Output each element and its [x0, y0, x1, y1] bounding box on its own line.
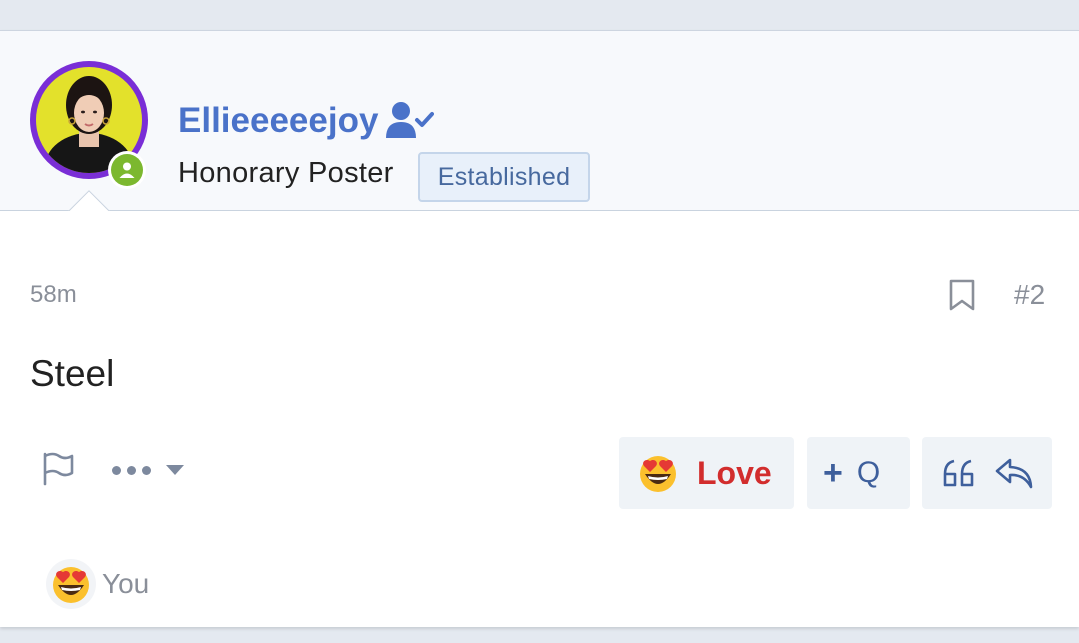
- user-banner-badge: Established: [418, 152, 590, 202]
- user-title: Honorary Poster: [178, 157, 394, 189]
- message-post: Ellieeeeejoy Honorary Poster Established…: [0, 30, 1079, 627]
- react-label: Love: [697, 454, 772, 491]
- post-number-link[interactable]: #2: [1014, 279, 1045, 311]
- more-dots-icon: [127, 465, 136, 475]
- react-button[interactable]: Love: [619, 437, 794, 509]
- username-link[interactable]: Ellieeeeejoy: [178, 101, 378, 141]
- more-dots-icon: [142, 465, 151, 475]
- more-dots-icon: [112, 465, 121, 475]
- post-user-block: Ellieeeeejoy Honorary Poster Established: [0, 31, 1079, 211]
- heart-eyes-emoji-icon: [46, 559, 96, 609]
- user-block-pointer: [62, 183, 114, 211]
- reply-icon: [994, 456, 1034, 490]
- plus-icon: +: [823, 453, 843, 492]
- user-avatar[interactable]: [30, 61, 148, 189]
- caret-down-icon: [166, 465, 184, 475]
- reactions-bar[interactable]: You: [46, 558, 149, 610]
- multiquote-button[interactable]: + Q: [807, 437, 910, 509]
- flag-icon[interactable]: [40, 451, 76, 487]
- more-options-menu[interactable]: [112, 455, 202, 485]
- online-status-icon: [111, 154, 143, 186]
- post-content: Steel: [30, 353, 115, 394]
- post-timestamp[interactable]: 58m: [30, 281, 77, 309]
- heart-eyes-emoji-icon: [637, 452, 679, 494]
- multiquote-label: Q: [856, 456, 881, 489]
- reactions-summary[interactable]: You: [102, 568, 149, 600]
- quote-reply-button[interactable]: [922, 437, 1052, 509]
- bookmark-icon[interactable]: [947, 278, 977, 312]
- quote-icon: [942, 458, 978, 488]
- user-check-icon: [386, 101, 434, 139]
